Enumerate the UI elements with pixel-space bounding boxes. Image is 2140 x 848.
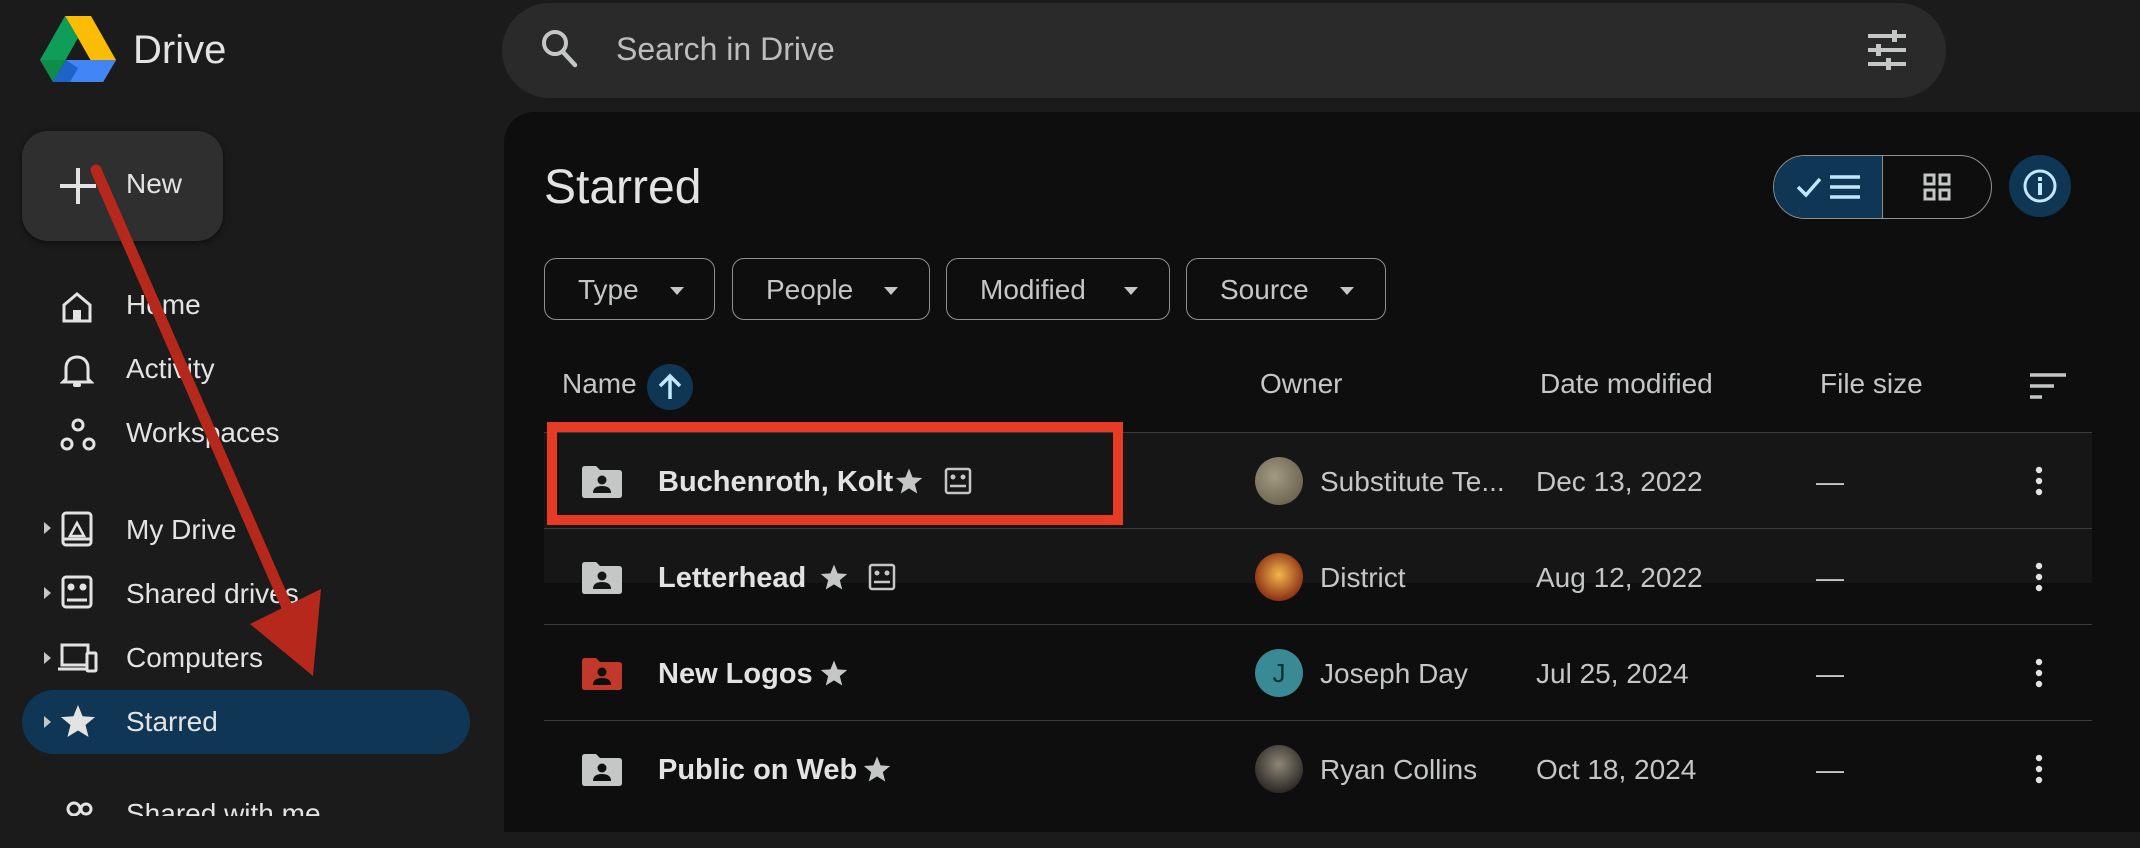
column-header-file-size[interactable]: File size [1820, 368, 1923, 400]
owner-name: Substitute Te... [1320, 466, 1505, 497]
owner-name: District [1320, 562, 1406, 593]
dropdown-arrow-icon [1340, 287, 1354, 295]
owner-name: Joseph Day [1320, 658, 1468, 689]
list-view-button[interactable] [1774, 156, 1883, 218]
dropdown-arrow-icon [1124, 287, 1138, 295]
column-header-name[interactable]: Name [562, 368, 637, 400]
grid-view-button[interactable] [1883, 156, 1991, 218]
sidebar-item-label: Workspaces [126, 417, 280, 448]
file-size: — [1816, 562, 1844, 593]
file-name: Public on Web [658, 754, 858, 786]
new-button[interactable] [22, 131, 223, 241]
expand-arrow-icon[interactable] [42, 714, 52, 730]
starred-star-icon [820, 659, 848, 687]
shared-folder-icon [582, 658, 622, 690]
people-icon [60, 800, 96, 816]
sort-direction-button[interactable] [647, 364, 693, 410]
sidebar-item-label: Starred [126, 706, 218, 737]
date-modified: Oct 18, 2024 [1536, 754, 1697, 785]
date-modified: Jul 25, 2024 [1536, 658, 1689, 689]
sidebar-item-label: Activity [126, 353, 215, 384]
starred-star-icon [820, 563, 848, 591]
dropdown-arrow-icon [670, 287, 684, 295]
sidebar-item-label: Home [126, 289, 201, 320]
filter-modified-chip[interactable]: Modified [946, 258, 1170, 320]
search-input[interactable] [616, 26, 1816, 72]
shared-folder-icon [582, 754, 622, 786]
file-size: — [1816, 658, 1844, 689]
chip-label: Modified [980, 274, 1086, 305]
sidebar-item-label: Computers [126, 642, 263, 673]
filter-source-chip[interactable]: Source [1186, 258, 1386, 320]
app-title: Drive [133, 28, 227, 72]
plus-icon [58, 166, 98, 206]
sidebar-item-label: Shared drives [126, 578, 299, 609]
owner-avatar [1255, 553, 1303, 601]
shared-drive-badge-icon [868, 563, 896, 591]
more-actions-icon[interactable] [2035, 754, 2043, 784]
owner-name: Ryan Collins [1320, 754, 1478, 785]
sidebar-item-shared-with-me[interactable] [22, 786, 470, 848]
arrow-up-icon [658, 373, 682, 399]
starred-star-icon [863, 755, 891, 783]
my-drive-icon [60, 510, 94, 548]
info-icon [2023, 169, 2057, 203]
chip-label: People [766, 274, 854, 305]
chip-label: Source [1220, 274, 1309, 305]
owner-avatar: J [1255, 649, 1303, 697]
home-icon [60, 290, 94, 324]
date-modified: Dec 13, 2022 [1536, 466, 1703, 497]
computers-icon [56, 643, 98, 673]
chip-label: Type [578, 274, 639, 305]
sort-options-icon[interactable] [2030, 372, 2066, 400]
row-divider [544, 720, 2092, 721]
sidebar-item-label: Shared with me [126, 798, 321, 816]
column-header-date-modified[interactable]: Date modified [1540, 368, 1713, 400]
file-size: — [1816, 754, 1844, 785]
page-title: Starred [544, 161, 702, 214]
more-actions-icon[interactable] [2035, 562, 2043, 592]
shared-drives-icon [60, 574, 94, 610]
shared-folder-icon [582, 562, 622, 594]
more-actions-icon[interactable] [2035, 658, 2043, 688]
search-options-icon[interactable] [1866, 30, 1908, 70]
filter-people-chip[interactable]: People [732, 258, 930, 320]
file-size: — [1816, 466, 1844, 497]
search-icon[interactable] [539, 27, 579, 71]
owner-avatar [1255, 745, 1303, 793]
bell-icon [60, 352, 94, 388]
date-modified: Aug 12, 2022 [1536, 562, 1703, 593]
column-header-owner[interactable]: Owner [1260, 368, 1342, 400]
owner-avatar [1255, 457, 1303, 505]
drive-logo-icon[interactable] [40, 16, 116, 82]
sidebar-item-label: My Drive [126, 514, 237, 545]
view-toggle [1773, 155, 1992, 219]
details-button[interactable] [2009, 155, 2071, 217]
workspaces-icon [60, 418, 96, 452]
file-name: Letterhead [658, 562, 807, 594]
check-list-icon [1796, 175, 1860, 199]
new-button-label: New [126, 168, 183, 199]
more-actions-icon[interactable] [2035, 466, 2043, 496]
dropdown-arrow-icon [884, 287, 898, 295]
highlight-box [547, 422, 1123, 525]
file-name: New Logos [658, 658, 813, 690]
grid-icon [1923, 173, 1951, 201]
star-icon [60, 704, 96, 738]
row-divider [544, 624, 2092, 625]
filter-type-chip[interactable]: Type [544, 258, 715, 320]
